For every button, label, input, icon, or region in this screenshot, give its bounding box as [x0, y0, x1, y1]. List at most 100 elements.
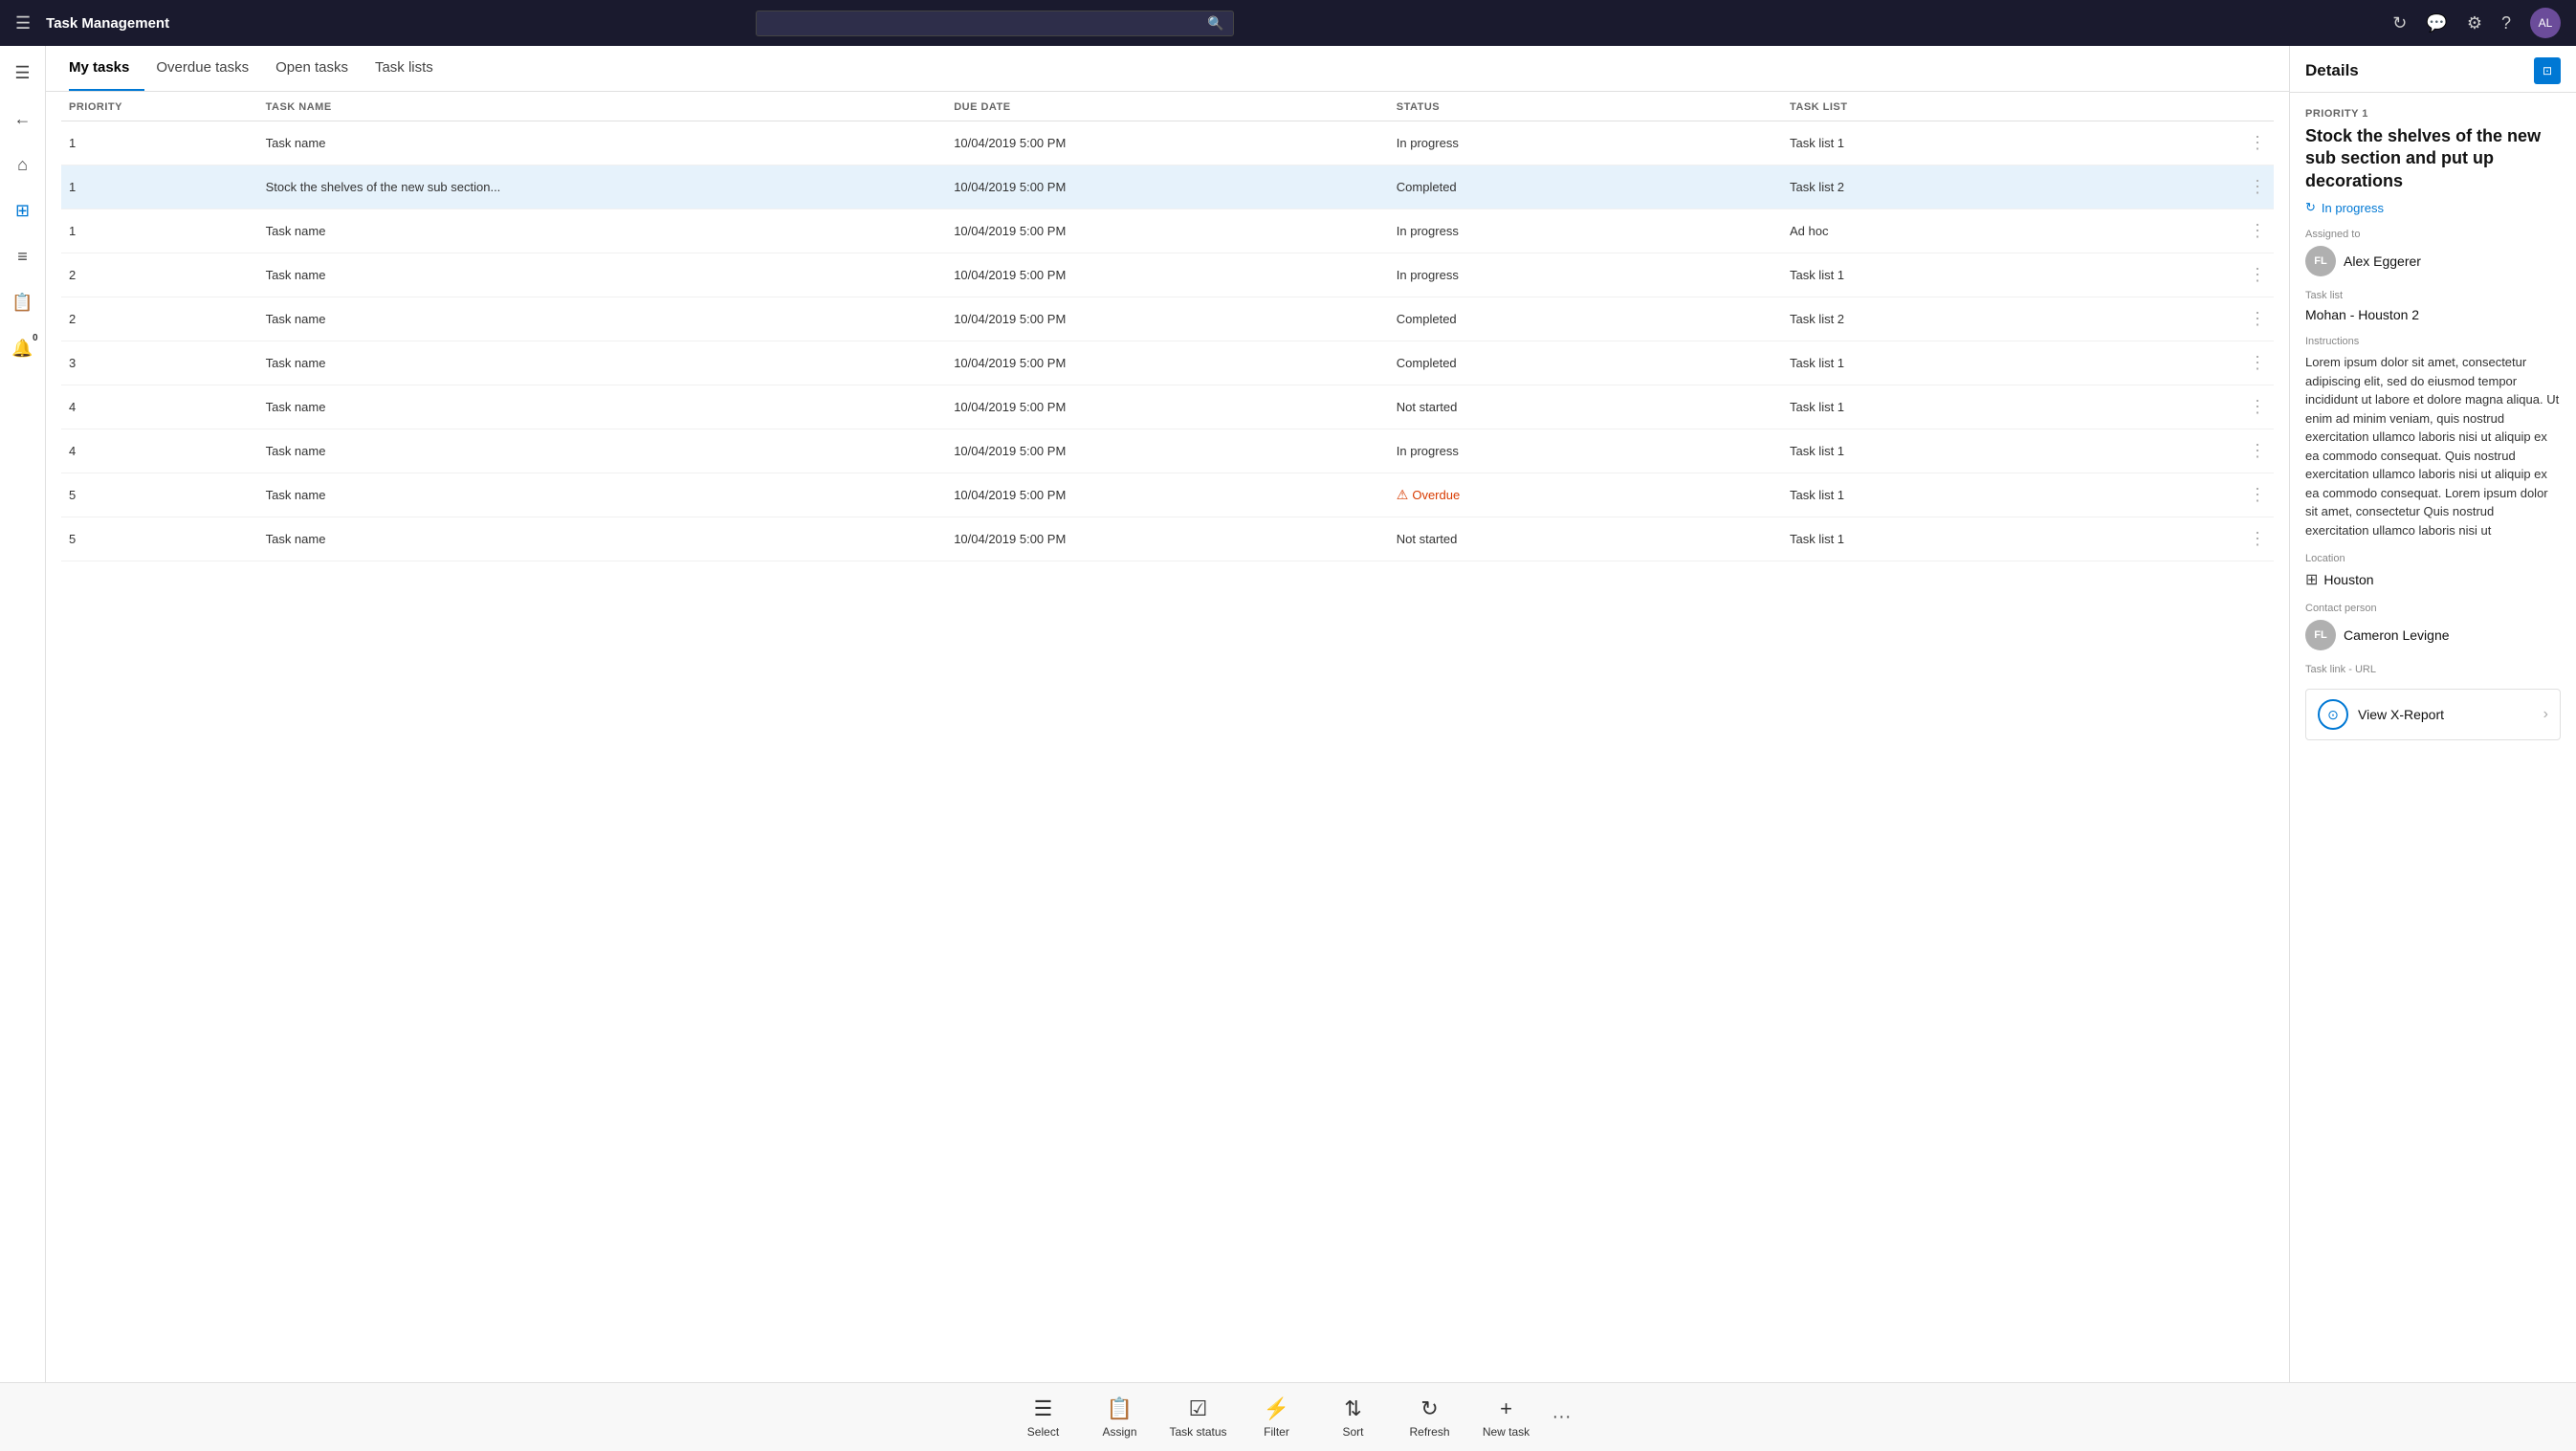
details-location: ⊞ Houston	[2305, 570, 2561, 589]
details-status-text: In progress	[2322, 201, 2384, 215]
table-row[interactable]: 1 Task name 10/04/2019 5:00 PM In progre…	[61, 121, 2274, 165]
details-location-name: Houston	[2323, 572, 2373, 587]
refresh-button[interactable]: ↻ Refresh	[1392, 1391, 1468, 1444]
view-report-button[interactable]: ⊙ View X-Report ›	[2305, 689, 2561, 740]
task-list-cell: Task list 1	[1782, 517, 2175, 561]
row-more-button[interactable]: ⋮	[2175, 341, 2274, 385]
top-nav: ☰ Task Management 🔍 ↻ 💬 ⚙ ? AL	[0, 0, 2576, 46]
table-row[interactable]: 2 Task name 10/04/2019 5:00 PM In progre…	[61, 253, 2274, 297]
priority-cell: 2	[61, 297, 258, 341]
row-more-button[interactable]: ⋮	[2175, 429, 2274, 473]
hamburger-icon[interactable]: ☰	[15, 13, 31, 33]
task-list-cell: Ad hoc	[1782, 209, 2175, 253]
task-list-cell: Task list 1	[1782, 253, 2175, 297]
row-more-button[interactable]: ⋮	[2175, 473, 2274, 517]
help-icon[interactable]: ?	[2501, 13, 2511, 33]
table-row[interactable]: 4 Task name 10/04/2019 5:00 PM In progre…	[61, 429, 2274, 473]
tab-task-lists[interactable]: Task lists	[375, 46, 449, 91]
details-body: PRIORITY 1 Stock the shelves of the new …	[2290, 93, 2576, 1382]
status-cell: Not started	[1397, 400, 1458, 414]
avatar[interactable]: AL	[2530, 8, 2561, 38]
app-title: Task Management	[46, 15, 169, 32]
col-header-task-list: Task List	[1782, 92, 2175, 121]
details-contact-person: FL Cameron Levigne	[2305, 620, 2561, 650]
sidebar-icon-apps[interactable]: ⊞	[4, 191, 42, 230]
priority-cell: 4	[61, 429, 258, 473]
task-status-label: Task status	[1169, 1425, 1226, 1439]
tab-open-tasks[interactable]: Open tasks	[275, 46, 363, 91]
row-more-button[interactable]: ⋮	[2175, 121, 2274, 165]
table-row[interactable]: 2 Task name 10/04/2019 5:00 PM Completed…	[61, 297, 2274, 341]
search-input[interactable]	[766, 15, 1207, 31]
sidebar-icon-tasks[interactable]: ≡	[4, 237, 42, 275]
toolbar-more-icon[interactable]: ···	[1552, 1406, 1572, 1428]
details-header: Details ⊡	[2290, 46, 2576, 93]
table-row[interactable]: 3 Task name 10/04/2019 5:00 PM Completed…	[61, 341, 2274, 385]
status-cell: Completed	[1397, 356, 1457, 370]
task-table: Priority Task Name Due Date Status Task …	[61, 92, 2274, 561]
task-name-cell: Task name	[258, 517, 947, 561]
select-button[interactable]: ☰ Select	[1004, 1391, 1081, 1444]
row-more-button[interactable]: ⋮	[2175, 385, 2274, 429]
status-cell: In progress	[1397, 268, 1459, 282]
priority-cell: 1	[61, 165, 258, 209]
collapse-icon: ⊡	[2543, 64, 2552, 77]
status-cell: In progress	[1397, 224, 1459, 238]
due-date-cell: 10/04/2019 5:00 PM	[946, 473, 1389, 517]
status-cell-wrapper: In progress	[1389, 253, 1782, 297]
details-status-badge: ↻ In progress	[2305, 200, 2561, 215]
row-more-button[interactable]: ⋮	[2175, 165, 2274, 209]
details-instructions-text: Lorem ipsum dolor sit amet, consectetur …	[2305, 353, 2561, 539]
status-cell-wrapper: ⚠ Overdue	[1389, 473, 1782, 517]
table-row[interactable]: 1 Task name 10/04/2019 5:00 PM In progre…	[61, 209, 2274, 253]
settings-icon[interactable]: ⚙	[2467, 13, 2482, 33]
due-date-cell: 10/04/2019 5:00 PM	[946, 297, 1389, 341]
task-list-cell: Task list 1	[1782, 429, 2175, 473]
task-status-button[interactable]: ☑ Task status	[1157, 1391, 1238, 1444]
report-icon: ⊙	[2318, 699, 2348, 730]
details-tasklink-label: Task link - URL	[2305, 664, 2561, 675]
details-collapse-button[interactable]: ⊡	[2534, 57, 2561, 84]
row-more-button[interactable]: ⋮	[2175, 517, 2274, 561]
tab-my-tasks[interactable]: My tasks	[69, 46, 144, 91]
contact-avatar: FL	[2305, 620, 2336, 650]
status-refresh-icon: ↻	[2305, 200, 2316, 215]
row-more-button[interactable]: ⋮	[2175, 209, 2274, 253]
refresh-icon: ↻	[1420, 1396, 1438, 1421]
sort-label: Sort	[1343, 1425, 1364, 1439]
table-row[interactable]: 5 Task name 10/04/2019 5:00 PM Not start…	[61, 517, 2274, 561]
due-date-cell: 10/04/2019 5:00 PM	[946, 429, 1389, 473]
filter-button[interactable]: ⚡ Filter	[1239, 1391, 1315, 1444]
table-row[interactable]: 5 Task name 10/04/2019 5:00 PM ⚠ Overdue…	[61, 473, 2274, 517]
sidebar-icon-menu[interactable]: ☰	[4, 54, 42, 92]
table-row[interactable]: 1 Stock the shelves of the new sub secti…	[61, 165, 2274, 209]
status-cell: In progress	[1397, 444, 1459, 458]
sidebar-icon-home[interactable]: ⌂	[4, 145, 42, 184]
search-icon: 🔍	[1207, 15, 1223, 32]
details-priority-label: PRIORITY 1	[2305, 108, 2561, 120]
assign-button[interactable]: 📋 Assign	[1081, 1391, 1157, 1444]
sidebar-icon-back[interactable]: ←	[4, 99, 42, 138]
task-name-cell: Task name	[258, 429, 947, 473]
chat-icon[interactable]: 💬	[2426, 13, 2447, 33]
sidebar-icon-clipboard[interactable]: 📋	[4, 283, 42, 321]
tabs-bar: My tasks Overdue tasks Open tasks Task l…	[46, 46, 2289, 92]
tab-overdue-tasks[interactable]: Overdue tasks	[156, 46, 264, 91]
task-name-cell: Task name	[258, 121, 947, 165]
view-report-label: View X-Report	[2358, 707, 2534, 722]
select-label: Select	[1027, 1425, 1059, 1439]
task-name-cell: Task name	[258, 473, 947, 517]
due-date-cell: 10/04/2019 5:00 PM	[946, 517, 1389, 561]
details-title-heading: Details	[2305, 61, 2359, 80]
sort-button[interactable]: ⇅ Sort	[1315, 1391, 1392, 1444]
refresh-nav-icon[interactable]: ↻	[2392, 13, 2407, 33]
table-row[interactable]: 4 Task name 10/04/2019 5:00 PM Not start…	[61, 385, 2274, 429]
row-more-button[interactable]: ⋮	[2175, 253, 2274, 297]
search-bar[interactable]: 🔍	[756, 11, 1234, 36]
sidebar-icon-notifications[interactable]: 🔔0	[4, 329, 42, 367]
bottom-toolbar: ☰ Select 📋 Assign ☑ Task status ⚡ Filter…	[0, 1382, 2576, 1451]
main-layout: ☰ ← ⌂ ⊞ ≡ 📋 🔔0 My tasks Overdue tasks Op…	[0, 46, 2576, 1382]
new-task-button[interactable]: + New task	[1468, 1391, 1545, 1444]
row-more-button[interactable]: ⋮	[2175, 297, 2274, 341]
priority-cell: 5	[61, 517, 258, 561]
